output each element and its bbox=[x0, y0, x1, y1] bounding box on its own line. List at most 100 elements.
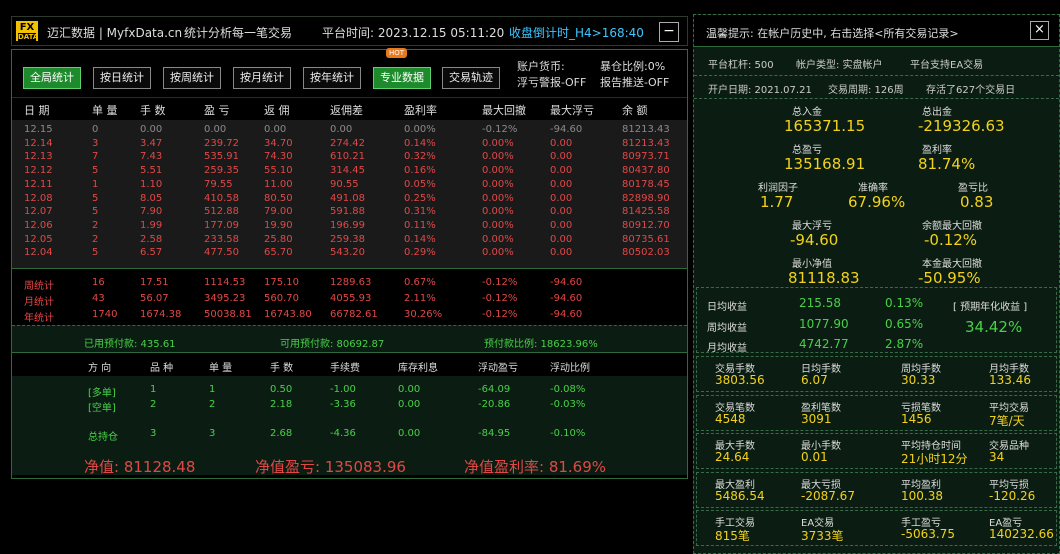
table-cell: 410.58 bbox=[204, 192, 239, 204]
profit-rate-value: 81.74% bbox=[918, 155, 976, 173]
table-cell: -94.60 bbox=[550, 124, 583, 135]
table-cell: 0.00% bbox=[482, 165, 514, 177]
table-cell: 0.00% bbox=[482, 206, 514, 218]
table-cell: 80973.71 bbox=[622, 151, 670, 163]
table-cell: 0.00 bbox=[140, 124, 163, 135]
summary-cell: 周统计 bbox=[24, 281, 54, 292]
stat-value: -120.26 bbox=[989, 488, 1036, 503]
summary-row: 年统计 1740 1674.38 50038.81 16743.80 66782.61 30… bbox=[12, 309, 687, 324]
net-equity: 净值: 81128.48 bbox=[84, 458, 196, 476]
btn-monthly-stats[interactable]: 按月统计 bbox=[233, 67, 291, 89]
summary-row: 周统计 16 17.51 1114.53 175.10 1289.63 0.67% -0.12… bbox=[12, 277, 687, 292]
btn-pro-data[interactable]: 专业数据 bbox=[373, 67, 431, 89]
table-cell: 12.05 bbox=[24, 233, 53, 245]
hot-badge: HOT bbox=[386, 48, 408, 58]
close-button[interactable]: × bbox=[1030, 21, 1049, 40]
summary-cell: 年统计 bbox=[24, 313, 54, 324]
summary-cell: 50038.81 bbox=[204, 309, 252, 320]
daily-label: 日均收益 bbox=[707, 302, 747, 313]
btn-yearly-stats[interactable]: 按年统计 bbox=[303, 67, 361, 89]
table-row: 12.05 2 2.58 233.58 25.80 259.38 0.14% 0.00% 0.0… bbox=[12, 234, 687, 247]
table-cell: 591.88 bbox=[330, 206, 365, 218]
pro-data-panel: 温馨提示: 在帐户历史中, 右击选择<所有交易记录> × 平台杠杆: 500 帐… bbox=[693, 14, 1060, 554]
position-cell: 0.00 bbox=[398, 428, 421, 439]
prepayment-bar: 已用预付款: 435.61 可用预付款: 80692.87 预付款比例: 186… bbox=[12, 325, 687, 353]
summary-cell: 16743.80 bbox=[264, 309, 312, 320]
position-cell: 2 bbox=[150, 399, 157, 410]
table-cell: 12.11 bbox=[24, 178, 53, 190]
summary-cell: 66782.61 bbox=[330, 309, 378, 320]
total-position-row: 总持仓 3 3 2.68 -4.36 0.00 -84.95 -0.10% bbox=[12, 428, 687, 443]
table-cell: 8.05 bbox=[140, 192, 163, 204]
stat-value: 24.64 bbox=[715, 450, 750, 464]
table-cell: 11.00 bbox=[264, 178, 293, 190]
table-cell: 80912.70 bbox=[622, 219, 670, 231]
table-cell: 0.31% bbox=[404, 206, 436, 218]
btn-global-stats[interactable]: 全局统计 bbox=[23, 67, 81, 89]
table-cell: 12.08 bbox=[24, 192, 53, 204]
position-cell: 2.68 bbox=[270, 428, 293, 439]
profit-rate-label: 盈利率 bbox=[922, 145, 952, 156]
table-cell: -0.12% bbox=[482, 124, 518, 135]
position-cell: [多单] bbox=[88, 388, 116, 399]
net-profit-rate: 净值盈利率: 81.69% bbox=[464, 458, 607, 476]
annual-value: 34.42% bbox=[965, 318, 1023, 336]
trade-period: 交易周期: 126周 bbox=[828, 85, 904, 96]
float-alert-toggle[interactable]: 浮亏警报-OFF bbox=[517, 74, 586, 90]
table-cell: 5 bbox=[92, 165, 99, 177]
main-window: FX DATA 迈汇数据 | MyfxData.cn 统计分析每一笔交易 平台时间… bbox=[0, 0, 693, 554]
position-cell: 总持仓 bbox=[88, 432, 118, 443]
summary-cell: 1289.63 bbox=[330, 277, 372, 288]
table-cell: 259.38 bbox=[330, 233, 365, 245]
table-cell: 81213.43 bbox=[622, 137, 670, 149]
btn-weekly-stats[interactable]: 按周统计 bbox=[163, 67, 221, 89]
table-cell: 79.00 bbox=[264, 206, 293, 218]
table-cell: 5 bbox=[92, 192, 99, 204]
stat-value: -5063.75 bbox=[901, 527, 955, 541]
position-cell: 2.18 bbox=[270, 399, 293, 410]
table-cell: 0.29% bbox=[404, 247, 436, 259]
table-row: 12.13 7 7.43 535.91 74.30 610.21 0.32% 0.00% 0.0… bbox=[12, 151, 687, 164]
btn-daily-stats[interactable]: 按日统计 bbox=[93, 67, 151, 89]
table-cell: 74.30 bbox=[264, 151, 293, 163]
table-cell: 0.00 bbox=[550, 219, 573, 231]
max-dd-value: -0.12% bbox=[924, 231, 978, 249]
exposure-ratio: 暴仓比例:0% bbox=[600, 60, 666, 73]
table-cell: 12.12 bbox=[24, 165, 53, 177]
table-cell: 1.10 bbox=[140, 178, 163, 190]
summary-cell: -94.60 bbox=[550, 293, 583, 304]
table-cell: 12.15 bbox=[24, 124, 53, 135]
platform-time: 平台时间: 2023.12.15 05:11:20 bbox=[322, 26, 505, 40]
table-cell: 2 bbox=[92, 219, 99, 231]
minimize-button[interactable]: − bbox=[659, 22, 679, 42]
column-header: 手 数 bbox=[140, 104, 166, 117]
position-cell: -0.03% bbox=[550, 399, 586, 410]
table-row: 12.08 5 8.05 410.58 80.50 491.08 0.25% 0.00% 0.0… bbox=[12, 193, 687, 206]
summary-cell: -94.60 bbox=[550, 309, 583, 320]
table-row: 12.07 5 7.90 512.88 79.00 591.88 0.31% 0.00% 0.0… bbox=[12, 206, 687, 219]
table-cell: 233.58 bbox=[204, 233, 239, 245]
free-margin: 可用预付款: 80692.87 bbox=[280, 339, 385, 350]
daily-table: 12.15 0 0.00 0.00 0.00 0.00 0.00% -0.12% -94.60 8… bbox=[12, 120, 687, 268]
table-cell: 0.11% bbox=[404, 219, 436, 231]
report-push-toggle[interactable]: 报告推送-OFF bbox=[600, 74, 669, 90]
table-cell: 6.57 bbox=[140, 247, 163, 259]
app-name: 迈汇数据 | MyfxData.cn bbox=[47, 26, 183, 40]
hint-text: 温馨提示: 在帐户历史中, 右击选择<所有交易记录> bbox=[706, 27, 959, 40]
accuracy-label: 准确率 bbox=[858, 183, 888, 194]
btn-trade-track[interactable]: 交易轨迹 bbox=[442, 67, 500, 89]
open-date: 开户日期: 2021.07.21 bbox=[708, 85, 812, 96]
position-cell: 3 bbox=[209, 428, 216, 439]
position-cell: -20.86 bbox=[478, 399, 511, 410]
table-cell: 0.00% bbox=[404, 124, 436, 135]
stats-group: 最大盈利 5486.54 最大亏损 -2087.67 平均盈利 100.38 平均亏损 -12… bbox=[696, 471, 1057, 508]
table-row: 12.14 3 3.47 239.72 34.70 274.42 0.14% 0.00% 0.0… bbox=[12, 138, 687, 151]
summary-cell: 0.67% bbox=[404, 277, 436, 288]
table-cell: 79.55 bbox=[204, 178, 233, 190]
min-equity-value: 81118.83 bbox=[788, 269, 860, 287]
table-cell: 259.35 bbox=[204, 165, 239, 177]
stats-group: 最大手数 24.64 最小手数 0.01 平均持仓时间 21小时12分 交易品种 34 bbox=[696, 433, 1057, 469]
table-cell: 19.90 bbox=[264, 219, 293, 231]
table-cell: 2.58 bbox=[140, 233, 163, 245]
stat-value: 133.46 bbox=[989, 373, 1031, 387]
